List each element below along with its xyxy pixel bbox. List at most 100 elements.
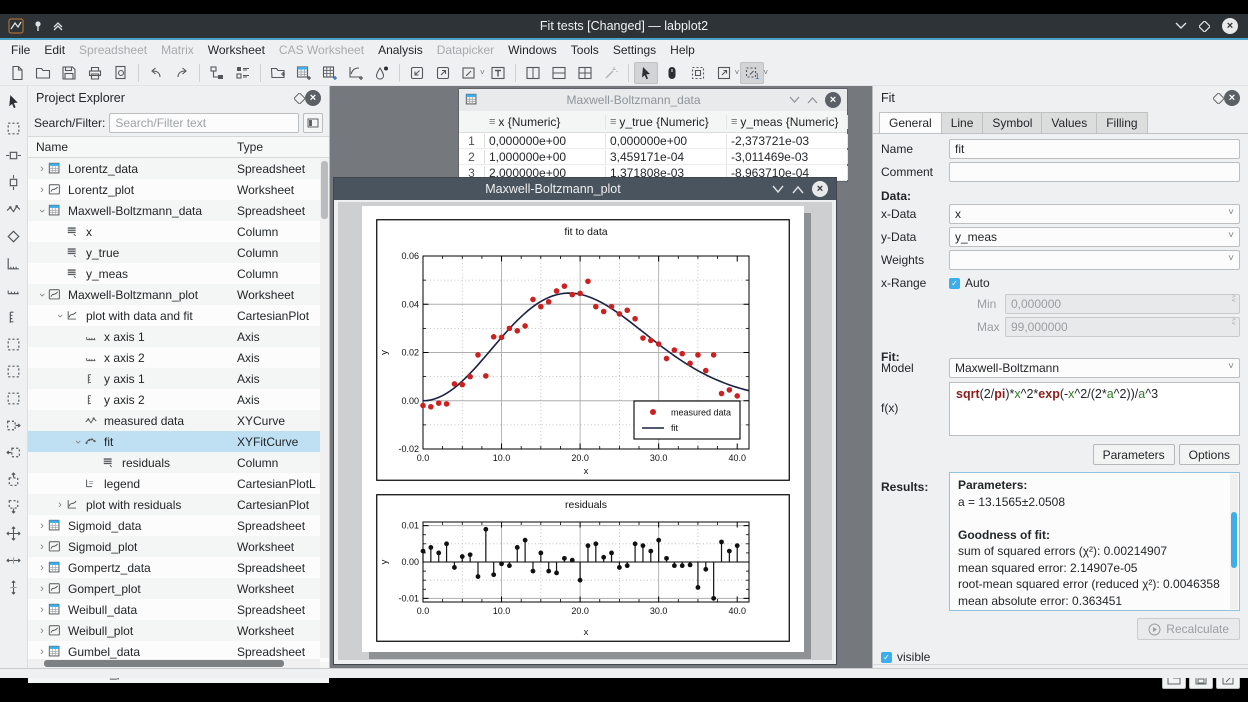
column-header-name[interactable]: Name — [28, 140, 237, 154]
fit-tab-line[interactable]: Line — [942, 112, 984, 134]
pw-maximize-icon[interactable] — [792, 185, 804, 194]
tree-row-weibull-data[interactable]: ›Weibull_dataSpreadsheet — [28, 599, 329, 620]
tree-expander-icon[interactable]: › — [36, 289, 48, 301]
import-data-button[interactable] — [405, 62, 429, 84]
model-combobox[interactable]: Maxwell-Boltzmann — [949, 358, 1240, 378]
vertical-layout-button[interactable] — [521, 62, 545, 84]
zoom-original-dropdown-icon[interactable]: ˅ — [763, 68, 768, 77]
zoom-y-region-button[interactable] — [2, 386, 26, 411]
spreadsheet-row[interactable]: 10,000000e+000,000000e+00-2,373721e-03 — [459, 133, 847, 149]
weights-combobox[interactable] — [949, 250, 1240, 270]
spreadsheet-cell[interactable]: 0,000000e+00 — [606, 134, 727, 148]
maximize-icon[interactable] — [1199, 21, 1210, 32]
tree-row-plot-with-data-and-fit[interactable]: ›plot with data and fitCartesianPlot — [28, 305, 329, 326]
new-matrix-button[interactable] — [318, 62, 342, 84]
tree-row-sigmoid-plot[interactable]: ›Sigmoid_plotWorksheet — [28, 536, 329, 557]
close-icon[interactable]: × — [1222, 18, 1238, 34]
visible-checkbox[interactable]: ✓ — [881, 652, 892, 663]
tree-expander-icon[interactable]: › — [54, 499, 66, 511]
options-button[interactable]: Options — [1179, 444, 1240, 465]
zoom-in-region-button[interactable] — [2, 332, 26, 357]
fit-tab-symbol[interactable]: Symbol — [983, 112, 1042, 134]
spreadsheet-cell[interactable]: 3,459171e-04 — [606, 150, 727, 164]
menu-edit[interactable]: Edit — [37, 41, 72, 59]
new-workbook-button[interactable] — [205, 62, 229, 84]
new-datapicker-button[interactable] — [370, 62, 394, 84]
open-project-button[interactable] — [31, 62, 55, 84]
ss-maximize-icon[interactable] — [807, 96, 818, 104]
new-notes-button[interactable] — [231, 62, 255, 84]
navigate-mode-button[interactable] — [660, 62, 684, 84]
pin-icon[interactable] — [32, 20, 44, 32]
add-curve-button[interactable] — [2, 197, 26, 222]
tree-row-y-true[interactable]: y_trueColumn — [28, 242, 329, 263]
add-equation-button[interactable] — [2, 224, 26, 249]
new-folder-button[interactable] — [266, 62, 290, 84]
tree-expander-icon[interactable]: › — [36, 583, 48, 595]
tree-row-gompertz-data[interactable]: ›Gompertz_dataSpreadsheet — [28, 557, 329, 578]
menu-windows[interactable]: Windows — [501, 41, 564, 59]
tree-expander-icon[interactable]: › — [72, 436, 84, 448]
spreadsheet-column-header-1[interactable]: ≡y_true {Numeric} — [606, 115, 727, 129]
recalculate-button[interactable]: Recalculate — [1137, 618, 1240, 640]
spreadsheet-cell[interactable]: -2,373721e-03 — [727, 134, 848, 148]
menu-settings[interactable]: Settings — [606, 41, 663, 59]
add-axis-button[interactable] — [2, 251, 26, 276]
tree-horizontal-scrollbar[interactable] — [28, 659, 320, 668]
comment-input[interactable] — [949, 162, 1240, 182]
tree-row-plot-with-residuals[interactable]: ›plot with residualsCartesianPlot — [28, 494, 329, 515]
tree-expander-icon[interactable]: › — [36, 205, 48, 217]
worksheet-view[interactable]: 0.010.020.030.040.0-0.020.000.020.040.06… — [338, 202, 832, 660]
fit-tab-filling[interactable]: Filling — [1097, 112, 1147, 134]
export-button[interactable] — [431, 62, 455, 84]
redo-button[interactable] — [170, 62, 194, 84]
tree-row-x[interactable]: xColumn — [28, 221, 329, 242]
fit-to-data-chart[interactable]: 0.010.020.030.040.0-0.020.000.020.040.06… — [376, 219, 790, 481]
auto-scale-x-button[interactable] — [2, 548, 26, 573]
close-dock-icon[interactable]: × — [305, 90, 321, 106]
shift-vertical-button[interactable] — [2, 170, 26, 195]
tree-row-weibull-plot[interactable]: ›Weibull_plotWorksheet — [28, 620, 329, 641]
fit-results-box[interactable]: Parameters:a = 13.1565±2.0508Goodness of… — [949, 472, 1240, 611]
spreadsheet-cell[interactable]: -3,011469e-03 — [727, 150, 848, 164]
shift-horizontal-button[interactable] — [2, 143, 26, 168]
search-filter-input[interactable] — [109, 113, 299, 133]
tree-expander-icon[interactable]: › — [36, 163, 48, 175]
new-spreadsheet-button[interactable] — [292, 62, 316, 84]
fit-float-dock-icon[interactable] — [1213, 93, 1224, 104]
formula-editor[interactable]: sqrt(2/pi)*x^2*exp(-x^2/(2*a^2))/a^3 — [949, 382, 1240, 436]
zoom-select-mode-button[interactable] — [686, 62, 710, 84]
add-text-button[interactable] — [486, 62, 510, 84]
print-preview-button[interactable] — [109, 62, 133, 84]
zoom-menu-dropdown-icon[interactable]: ˅ — [480, 68, 485, 77]
tree-row-residuals[interactable]: residualsColumn — [28, 452, 329, 473]
parameters-button[interactable]: Parameters — [1093, 444, 1175, 465]
spreadsheet-column-header-0[interactable]: ≡x {Numeric} — [485, 115, 606, 129]
tree-row-lorentz-plot[interactable]: ›Lorentz_plotWorksheet — [28, 179, 329, 200]
float-dock-icon[interactable] — [294, 93, 305, 104]
tree-expander-icon[interactable]: › — [36, 520, 48, 532]
tree-row-gompert-plot[interactable]: ›Gompert_plotWorksheet — [28, 578, 329, 599]
residuals-chart[interactable]: 0.010.020.030.040.0-0.010.000.01residual… — [376, 494, 790, 642]
tree-expander-icon[interactable]: › — [54, 310, 66, 322]
max-spinbox[interactable]: 99,000000 — [1005, 317, 1240, 337]
tree-row-y-meas[interactable]: y_measColumn — [28, 263, 329, 284]
menu-worksheet[interactable]: Worksheet — [201, 41, 272, 59]
results-scrollbar[interactable] — [1230, 474, 1238, 609]
tree-expander-icon[interactable]: › — [36, 604, 48, 616]
auto-range-checkbox[interactable]: ✓ — [949, 278, 960, 289]
shift-right-button[interactable] — [2, 413, 26, 438]
tree-row-fit[interactable]: ›fitXYFitCurve — [28, 431, 329, 452]
zoom-arrow-mode-dropdown-icon[interactable]: ˅ — [735, 68, 740, 77]
zoom-original-button[interactable]: 1 — [740, 62, 764, 84]
tree-row-lorentz-data[interactable]: ›Lorentz_dataSpreadsheet — [28, 158, 329, 179]
y-data-combobox[interactable]: y_meas — [949, 227, 1240, 247]
new-document-button[interactable] — [5, 62, 29, 84]
add-x-axis-button[interactable] — [2, 278, 26, 303]
tree-expander-icon[interactable]: › — [36, 562, 48, 574]
filter-options-button[interactable] — [303, 113, 323, 133]
tree-row-legend[interactable]: legendCartesianPlotL — [28, 473, 329, 494]
shift-down-button[interactable] — [2, 494, 26, 519]
select-mode-button[interactable] — [634, 62, 658, 84]
tree-row-sigmoid-data[interactable]: ›Sigmoid_dataSpreadsheet — [28, 515, 329, 536]
